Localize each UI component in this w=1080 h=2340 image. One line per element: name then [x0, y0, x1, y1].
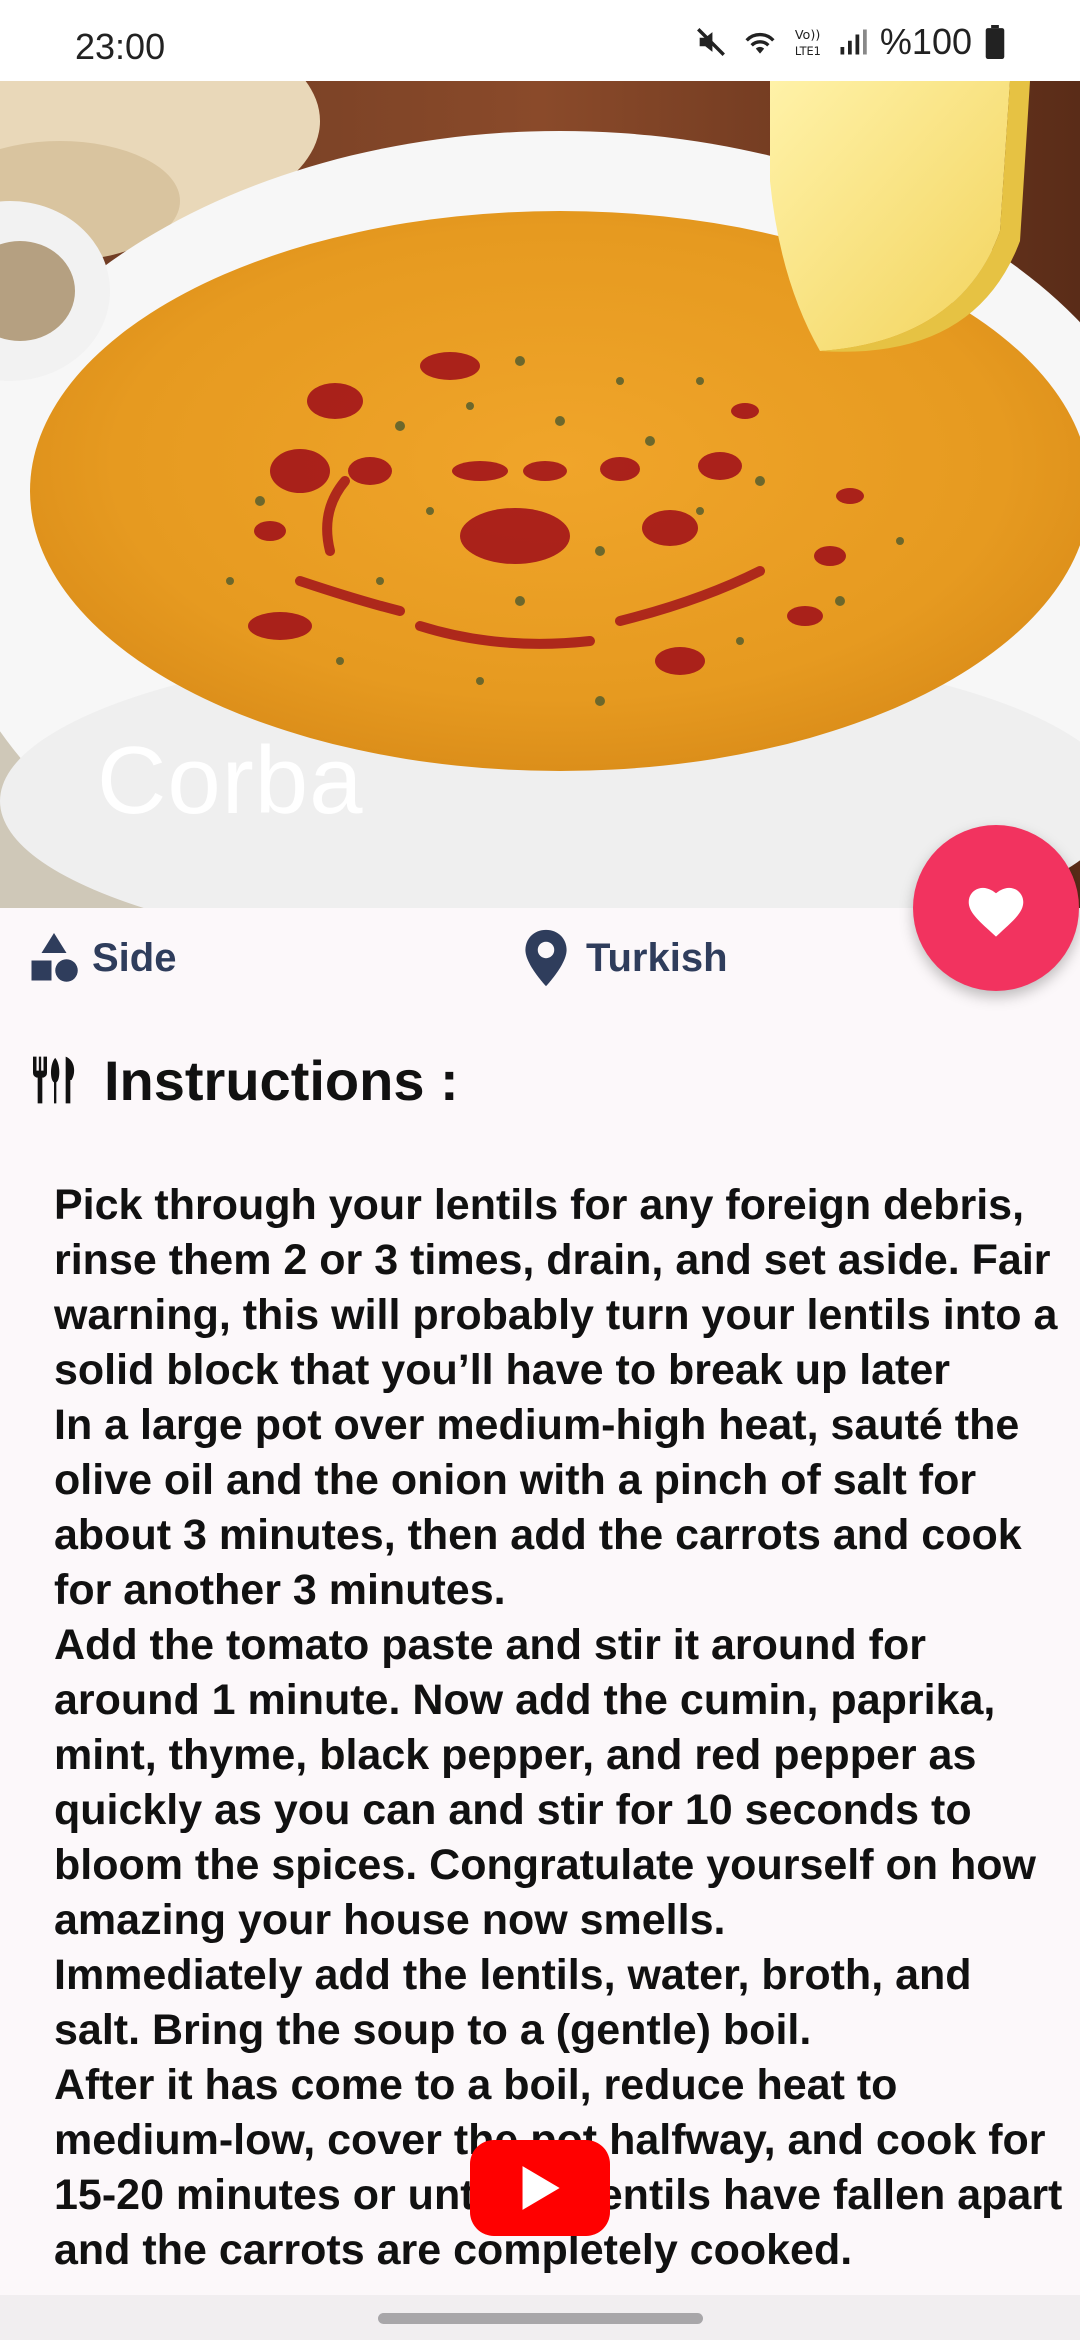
meal-title-wrapper: Corba — [97, 721, 367, 841]
wifi-icon — [745, 32, 775, 54]
category-info: Side — [24, 925, 176, 991]
location-pin-icon — [525, 929, 567, 987]
battery-level: %100 — [879, 21, 972, 62]
system-nav-bar — [0, 2295, 1080, 2340]
svg-text:LTE1: LTE1 — [795, 44, 821, 58]
youtube-play-icon — [522, 2166, 560, 2210]
mute-icon — [696, 28, 725, 56]
status-time: 23:00 — [75, 26, 166, 67]
favorite-button[interactable] — [913, 825, 1079, 991]
utensils-icon — [33, 1056, 75, 1104]
home-gesture-handle[interactable] — [378, 2313, 703, 2324]
area-info: Turkish — [520, 925, 728, 991]
youtube-button[interactable] — [470, 2140, 610, 2236]
battery-icon — [985, 25, 1005, 59]
meal-title: Corba — [97, 727, 364, 834]
category-label: Side — [92, 935, 177, 980]
svg-text:Vo)): Vo)) — [795, 28, 820, 43]
area-label: Turkish — [586, 935, 728, 980]
instructions-text: Pick through your lentils for any foreig… — [54, 1181, 1063, 2274]
instructions-header: Instructions : — [26, 1040, 459, 1120]
volte-icon: Vo)) LTE1 — [795, 28, 821, 58]
status-bar: 23:00 Vo)) LTE1 %100 — [0, 0, 1080, 81]
shapes-icon — [31, 933, 78, 982]
instructions-heading: Instructions : — [104, 1048, 459, 1112]
status-icons: Vo)) LTE1 %100 — [694, 21, 1006, 62]
meal-image: Corba — [0, 81, 1080, 908]
signal-icon — [840, 29, 867, 55]
heart-icon — [968, 887, 1024, 937]
